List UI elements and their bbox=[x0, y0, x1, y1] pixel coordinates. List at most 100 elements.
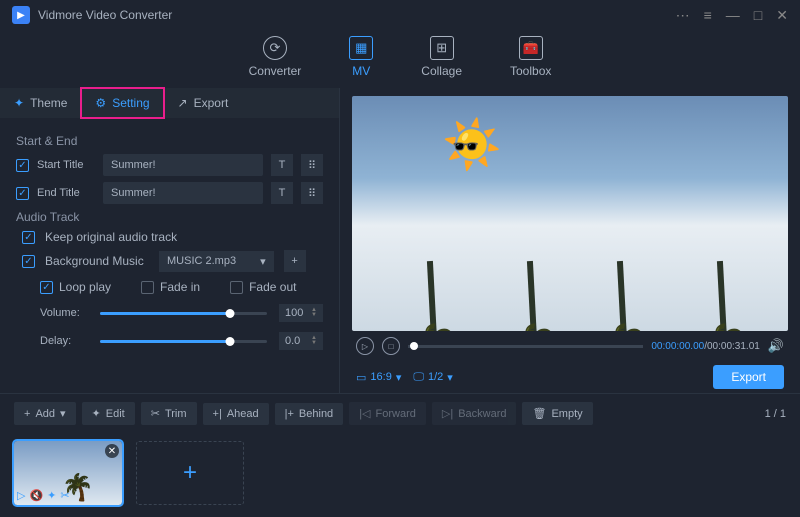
end-title-checkbox[interactable]: ✓ bbox=[16, 187, 29, 200]
play-button[interactable]: ▷ bbox=[356, 337, 374, 355]
volume-value: 100 bbox=[285, 307, 303, 319]
settings-panel: ✦ Theme ⚙ Setting ↗ Export Start & End ✓… bbox=[0, 88, 340, 393]
tab-converter[interactable]: ⟳ Converter bbox=[249, 36, 302, 78]
preview-panel: ☀️ 🕶️ ▷ □ 00:00:00.00/00:00:31.01 🔊 ▭ 16… bbox=[340, 88, 800, 393]
remove-clip-button[interactable]: ✕ bbox=[105, 444, 119, 458]
mv-icon: ▦ bbox=[349, 36, 373, 60]
start-title-checkbox[interactable]: ✓ bbox=[16, 159, 29, 172]
ahead-icon: +| bbox=[213, 408, 222, 420]
gear-icon: ⚙ bbox=[95, 96, 106, 110]
volume-label: Volume: bbox=[40, 307, 88, 319]
end-title-label: End Title bbox=[37, 187, 95, 199]
theme-icon: ✦ bbox=[14, 96, 24, 110]
clip-toolbar: +Add▾ ✦Edit ✂Trim +|Ahead |+Behind |◁For… bbox=[0, 393, 800, 433]
volume-slider[interactable] bbox=[100, 312, 267, 315]
maximize-icon[interactable]: □ bbox=[754, 7, 762, 23]
end-title-input[interactable] bbox=[103, 182, 263, 204]
subtab-label: Export bbox=[194, 96, 229, 110]
page-indicator: 1 / 1 bbox=[765, 408, 786, 420]
forward-button[interactable]: |◁Forward bbox=[349, 402, 426, 425]
text-style-button[interactable]: T bbox=[271, 182, 293, 204]
subtab-label: Theme bbox=[30, 96, 67, 110]
chevron-down-icon: ▾ bbox=[396, 371, 402, 384]
color-grid-button[interactable]: ⠿ bbox=[301, 154, 323, 176]
play-icon[interactable]: ▷ bbox=[17, 489, 25, 502]
mute-icon[interactable]: 🔇 bbox=[29, 489, 43, 502]
edit-button[interactable]: ✦Edit bbox=[82, 402, 135, 425]
cut-icon[interactable]: ✂ bbox=[60, 489, 69, 502]
backward-icon: ▷| bbox=[442, 407, 453, 420]
start-title-label: Start Title bbox=[37, 159, 95, 171]
bg-music-label: Background Music bbox=[45, 254, 149, 268]
tab-label: MV bbox=[352, 64, 370, 78]
loop-play-checkbox[interactable]: ✓ bbox=[40, 281, 53, 294]
keep-original-label: Keep original audio track bbox=[45, 230, 177, 244]
section-audio-track: Audio Track bbox=[16, 210, 323, 224]
backward-button[interactable]: ▷|Backward bbox=[432, 402, 517, 425]
app-title: Vidmore Video Converter bbox=[38, 8, 172, 22]
volume-spinner[interactable]: 100 ▲▼ bbox=[279, 304, 323, 322]
wand-icon: ✦ bbox=[92, 407, 101, 420]
text-style-button[interactable]: T bbox=[271, 154, 293, 176]
tab-label: Toolbox bbox=[510, 64, 551, 78]
add-button[interactable]: +Add▾ bbox=[14, 402, 76, 425]
minimize-icon[interactable]: — bbox=[726, 7, 740, 23]
delay-value: 0.0 bbox=[285, 335, 300, 347]
section-start-end: Start & End bbox=[16, 134, 323, 148]
export-icon: ↗ bbox=[178, 96, 188, 110]
clip-thumbnail[interactable]: ✕ ▷ 🔇 ✦ ✂ bbox=[14, 441, 122, 505]
star-icon[interactable]: ✦ bbox=[47, 489, 56, 502]
feedback-icon[interactable]: ⋯ bbox=[676, 7, 690, 24]
bg-music-value: MUSIC 2.mp3 bbox=[167, 255, 236, 267]
subtab-theme[interactable]: ✦ Theme bbox=[0, 88, 81, 118]
volume-icon[interactable]: 🔊 bbox=[768, 338, 784, 354]
monitor-icon: 🖵 bbox=[413, 371, 424, 384]
fade-out-label: Fade out bbox=[249, 280, 296, 294]
export-button[interactable]: Export bbox=[713, 365, 784, 389]
toolbox-icon: 🧰 bbox=[519, 36, 543, 60]
menu-icon[interactable]: ≡ bbox=[704, 7, 712, 23]
delay-spinner[interactable]: 0.0 ▲▼ bbox=[279, 332, 323, 350]
tab-mv[interactable]: ▦ MV bbox=[349, 36, 373, 78]
add-music-button[interactable]: + bbox=[284, 250, 306, 272]
stop-button[interactable]: □ bbox=[382, 337, 400, 355]
start-title-input[interactable] bbox=[103, 154, 263, 176]
tab-label: Collage bbox=[421, 64, 462, 78]
forward-icon: |◁ bbox=[359, 407, 370, 420]
scale-dropdown[interactable]: 🖵 1/2 ▾ bbox=[413, 371, 452, 384]
color-grid-button[interactable]: ⠿ bbox=[301, 182, 323, 204]
progress-bar[interactable] bbox=[408, 345, 643, 348]
subtab-label: Setting bbox=[112, 96, 149, 110]
ahead-button[interactable]: +|Ahead bbox=[203, 403, 269, 425]
tab-collage[interactable]: ⊞ Collage bbox=[421, 36, 462, 78]
behind-icon: |+ bbox=[285, 408, 294, 420]
video-preview[interactable]: ☀️ 🕶️ bbox=[352, 96, 788, 331]
add-clip-slot[interactable]: + bbox=[136, 441, 244, 505]
fade-in-checkbox[interactable]: ✓ bbox=[141, 281, 154, 294]
fade-in-label: Fade in bbox=[160, 280, 200, 294]
aspect-ratio-dropdown[interactable]: ▭ 16:9 ▾ bbox=[356, 371, 401, 384]
subtab-export[interactable]: ↗ Export bbox=[164, 88, 243, 118]
app-logo-icon: ▶ bbox=[12, 6, 30, 24]
loop-play-label: Loop play bbox=[59, 280, 111, 294]
trash-icon: 🗑 bbox=[532, 407, 546, 420]
converter-icon: ⟳ bbox=[263, 36, 287, 60]
chevron-down-icon: ▾ bbox=[260, 255, 266, 268]
bg-music-dropdown[interactable]: MUSIC 2.mp3 ▾ bbox=[159, 251, 274, 272]
plus-icon: + bbox=[24, 408, 30, 420]
aspect-icon: ▭ bbox=[356, 371, 366, 384]
sunglasses-sticker-icon: 🕶️ bbox=[452, 134, 479, 160]
delay-label: Delay: bbox=[40, 335, 88, 347]
clip-thumbnails: ✕ ▷ 🔇 ✦ ✂ + bbox=[0, 433, 800, 517]
fade-out-checkbox[interactable]: ✓ bbox=[230, 281, 243, 294]
subtab-setting[interactable]: ⚙ Setting bbox=[81, 88, 163, 118]
delay-slider[interactable] bbox=[100, 340, 267, 343]
behind-button[interactable]: |+Behind bbox=[275, 403, 344, 425]
bg-music-checkbox[interactable]: ✓ bbox=[22, 255, 35, 268]
trim-button[interactable]: ✂Trim bbox=[141, 402, 197, 425]
close-icon[interactable]: ✕ bbox=[776, 7, 788, 24]
keep-original-checkbox[interactable]: ✓ bbox=[22, 231, 35, 244]
tab-toolbox[interactable]: 🧰 Toolbox bbox=[510, 36, 551, 78]
empty-button[interactable]: 🗑Empty bbox=[522, 402, 592, 425]
collage-icon: ⊞ bbox=[430, 36, 454, 60]
